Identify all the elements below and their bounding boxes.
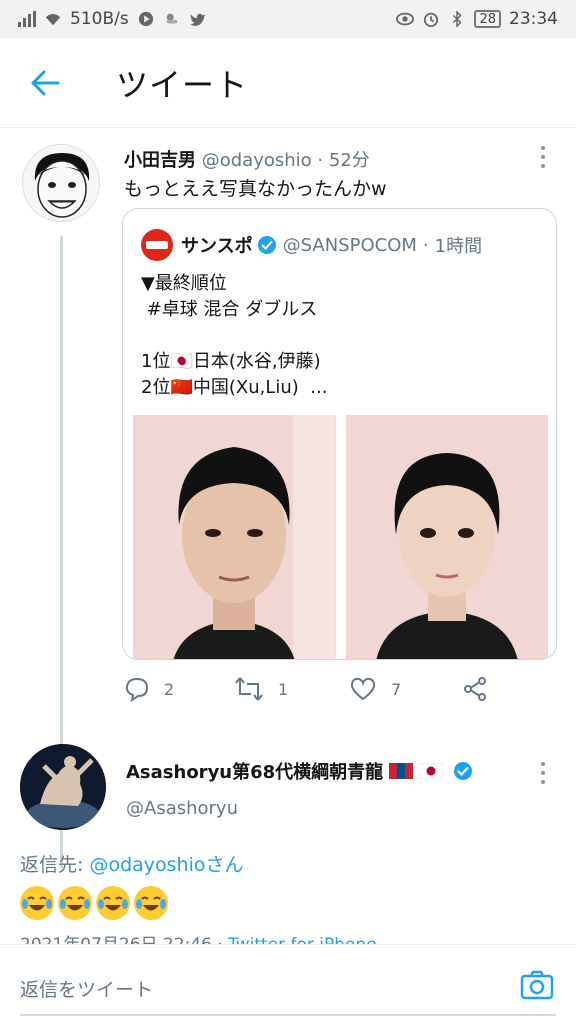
handle[interactable]: @odayoshio — [202, 150, 312, 171]
back-button[interactable] — [0, 38, 90, 128]
reply-name-text: Asashoryu第68代横綱朝青龍 — [126, 762, 384, 783]
page-title: ツイート — [116, 65, 249, 104]
display-name[interactable]: 小田吉男 — [124, 150, 196, 171]
tears-of-joy-emoji — [134, 886, 168, 920]
verified-badge-icon — [257, 236, 276, 254]
woman-portrait-image — [345, 415, 548, 659]
verified-badge-icon — [454, 762, 473, 780]
reply-user-avatar[interactable] — [20, 744, 106, 830]
camera-icon[interactable] — [520, 969, 554, 1001]
quoted-handle: @SANSPOCOM — [282, 234, 417, 256]
reply-composer[interactable]: 返信をツイート — [0, 944, 576, 1024]
composer-underline — [20, 1014, 556, 1016]
reply-icon — [125, 677, 149, 702]
sanspo-logo — [141, 229, 173, 261]
japan-flag-icon — [419, 763, 444, 779]
quoted-tweet[interactable]: サンスポ @SANSPOCOM · 1時間 ▼最終順位 #卓球 混合 ダブルス … — [122, 208, 557, 660]
status-bar: 510B/s 28 23:34 — [0, 0, 576, 38]
reply-to-link[interactable]: @odayoshioさん — [89, 854, 243, 876]
quoted-tweet-text: ▼最終順位 #卓球 混合 ダブルス 1位🇯🇵日本(水谷,伊藤) 2位🇨🇳中国(X… — [141, 273, 328, 398]
wifi-icon — [45, 14, 61, 26]
quoted-media[interactable] — [133, 415, 548, 659]
like-count: 7 — [391, 679, 402, 699]
weather-icon — [166, 13, 178, 24]
reply-emoji-text — [20, 886, 168, 920]
reply-display-name[interactable]: Asashoryu第68代横綱朝青龍 — [126, 758, 479, 784]
network-speed: 510B/s — [70, 9, 129, 29]
twitter-notification-icon — [189, 13, 205, 26]
more-options-icon[interactable] — [539, 146, 547, 168]
bluetooth-icon — [453, 11, 463, 27]
retweet-icon — [235, 677, 263, 701]
reply-input-placeholder[interactable]: 返信をツイート — [20, 975, 153, 1002]
user-avatar[interactable] — [22, 144, 100, 222]
app-bar: ツイート — [0, 38, 576, 128]
retweet-button[interactable]: 1 — [234, 676, 288, 702]
signal-icon — [18, 11, 36, 27]
alarm-icon — [424, 12, 439, 27]
retweet-count: 1 — [278, 679, 289, 699]
tweet-text: もっとええ写真なかったんかw — [124, 178, 387, 200]
sumo-avatar-image — [20, 744, 106, 830]
play-icon — [138, 11, 153, 27]
photo-right[interactable] — [345, 415, 548, 659]
share-icon — [464, 677, 486, 701]
share-button[interactable] — [462, 676, 488, 702]
quoted-tweet-header: サンスポ @SANSPOCOM · 1時間 — [141, 229, 482, 261]
reply-tweet[interactable]: Asashoryu第68代横綱朝青龍 @Asashoryu 返信先: @oday… — [0, 740, 576, 955]
tweet-header: 小田吉男 @odayoshio · 52分 — [124, 146, 370, 172]
reply-more-options-icon[interactable] — [539, 762, 547, 784]
quoted-display-name: サンスポ — [181, 236, 253, 257]
back-arrow-icon — [31, 70, 60, 95]
reply-count: 2 — [164, 679, 175, 699]
quoted-time: 1時間 — [434, 236, 483, 257]
reply-handle[interactable]: @Asashoryu — [126, 798, 238, 819]
tears-of-joy-emoji — [20, 886, 54, 920]
eye-icon — [396, 12, 415, 26]
reply-button[interactable]: 2 — [124, 676, 174, 702]
reply-to-line: 返信先: @odayoshioさん — [20, 850, 244, 877]
like-button[interactable]: 7 — [349, 676, 401, 702]
battery-level: 28 — [479, 11, 496, 27]
cartoon-face-avatar — [23, 145, 99, 221]
man-portrait-image — [133, 415, 335, 659]
clock: 23:34 — [509, 9, 558, 29]
battery-indicator: 28 — [474, 10, 501, 28]
tears-of-joy-emoji — [58, 886, 92, 920]
tweet-actions: 2 1 7 — [124, 676, 524, 712]
mongolia-flag-icon — [389, 763, 414, 779]
tweet-time: 52分 — [328, 150, 370, 171]
photo-left[interactable] — [133, 415, 336, 659]
quoted-separator: · — [422, 234, 429, 256]
separator: · — [317, 150, 324, 171]
reply-to-prefix: 返信先: — [20, 854, 90, 876]
tears-of-joy-emoji — [96, 886, 130, 920]
heart-icon — [350, 677, 376, 701]
